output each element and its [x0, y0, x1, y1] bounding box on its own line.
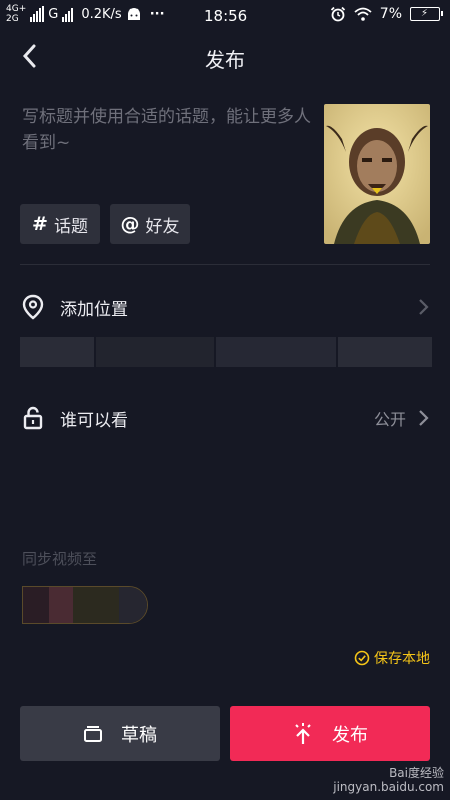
upload-arrow-icon	[295, 722, 311, 744]
location-suggestion[interactable]	[96, 337, 214, 367]
location-suggestion[interactable]	[20, 337, 94, 367]
baidu-watermark: Bai度经验 jingyan.baidu.com	[333, 766, 444, 794]
status-right: 7% ⚡	[330, 6, 443, 22]
location-suggestion[interactable]	[338, 337, 432, 367]
signal2-icon	[62, 6, 74, 22]
chevron-right-icon	[419, 410, 429, 426]
android-icon	[127, 8, 140, 20]
chevron-right-icon	[419, 299, 429, 315]
draft-button[interactable]: 草稿	[20, 706, 220, 761]
hash-icon: #	[32, 213, 48, 235]
who-can-see-label: 谁可以看	[60, 411, 128, 431]
alarm-icon	[330, 6, 345, 22]
more-dots: ···	[149, 6, 165, 22]
check-circle-icon	[354, 650, 370, 666]
save-local-label: 保存本地	[374, 651, 430, 667]
watermark-line1: Bai度经验	[389, 766, 444, 780]
caption-input[interactable]: 写标题并使用合适的话题，能让更多人看到~	[22, 104, 314, 156]
battery-percent: 7%	[379, 6, 402, 22]
location-suggestion[interactable]	[216, 337, 336, 367]
sync-label: 同步视频至	[22, 550, 98, 568]
location-suggestions[interactable]	[20, 337, 432, 367]
video-cover-thumbnail[interactable]	[324, 104, 430, 244]
clock: 18:56	[204, 7, 248, 25]
who-can-see-row[interactable]: 谁可以看 公开	[20, 403, 430, 433]
topic-chip[interactable]: # 话题	[20, 204, 100, 244]
status-left: 4G+ 2G G 0.2K/s ···	[6, 4, 165, 24]
battery-icon: ⚡	[410, 7, 443, 21]
location-pin-icon	[22, 294, 44, 320]
carrier2-label: G	[48, 6, 59, 22]
publish-button[interactable]: 发布	[230, 706, 430, 761]
signal-icon	[30, 6, 45, 22]
at-icon: @	[120, 213, 140, 235]
visibility-value: 公开	[373, 410, 406, 429]
divider	[20, 264, 430, 265]
publish-button-label: 发布	[332, 724, 368, 746]
network-type: 4G+ 2G	[6, 4, 27, 24]
friend-chip-label: 好友	[145, 216, 180, 237]
add-location-label: 添加位置	[60, 300, 128, 320]
friend-chip[interactable]: @ 好友	[110, 204, 190, 244]
wifi-icon	[354, 7, 372, 21]
sync-platform-toggle[interactable]	[22, 586, 148, 624]
draft-box-icon	[84, 725, 102, 742]
cover-image	[324, 104, 430, 244]
net-speed: 0.2K/s	[81, 6, 122, 22]
add-location-row[interactable]: 添加位置	[20, 292, 430, 322]
unlock-icon	[23, 406, 43, 430]
save-local-toggle[interactable]: 保存本地	[354, 648, 430, 668]
watermark-line2: jingyan.baidu.com	[333, 780, 444, 794]
status-bar: 4G+ 2G G 0.2K/s ··· 18:56 7% ⚡	[0, 0, 450, 32]
topic-chip-label: 话题	[53, 216, 88, 237]
page-title: 发布	[205, 48, 245, 72]
draft-button-label: 草稿	[121, 724, 157, 746]
top-bar: 发布	[0, 32, 450, 80]
